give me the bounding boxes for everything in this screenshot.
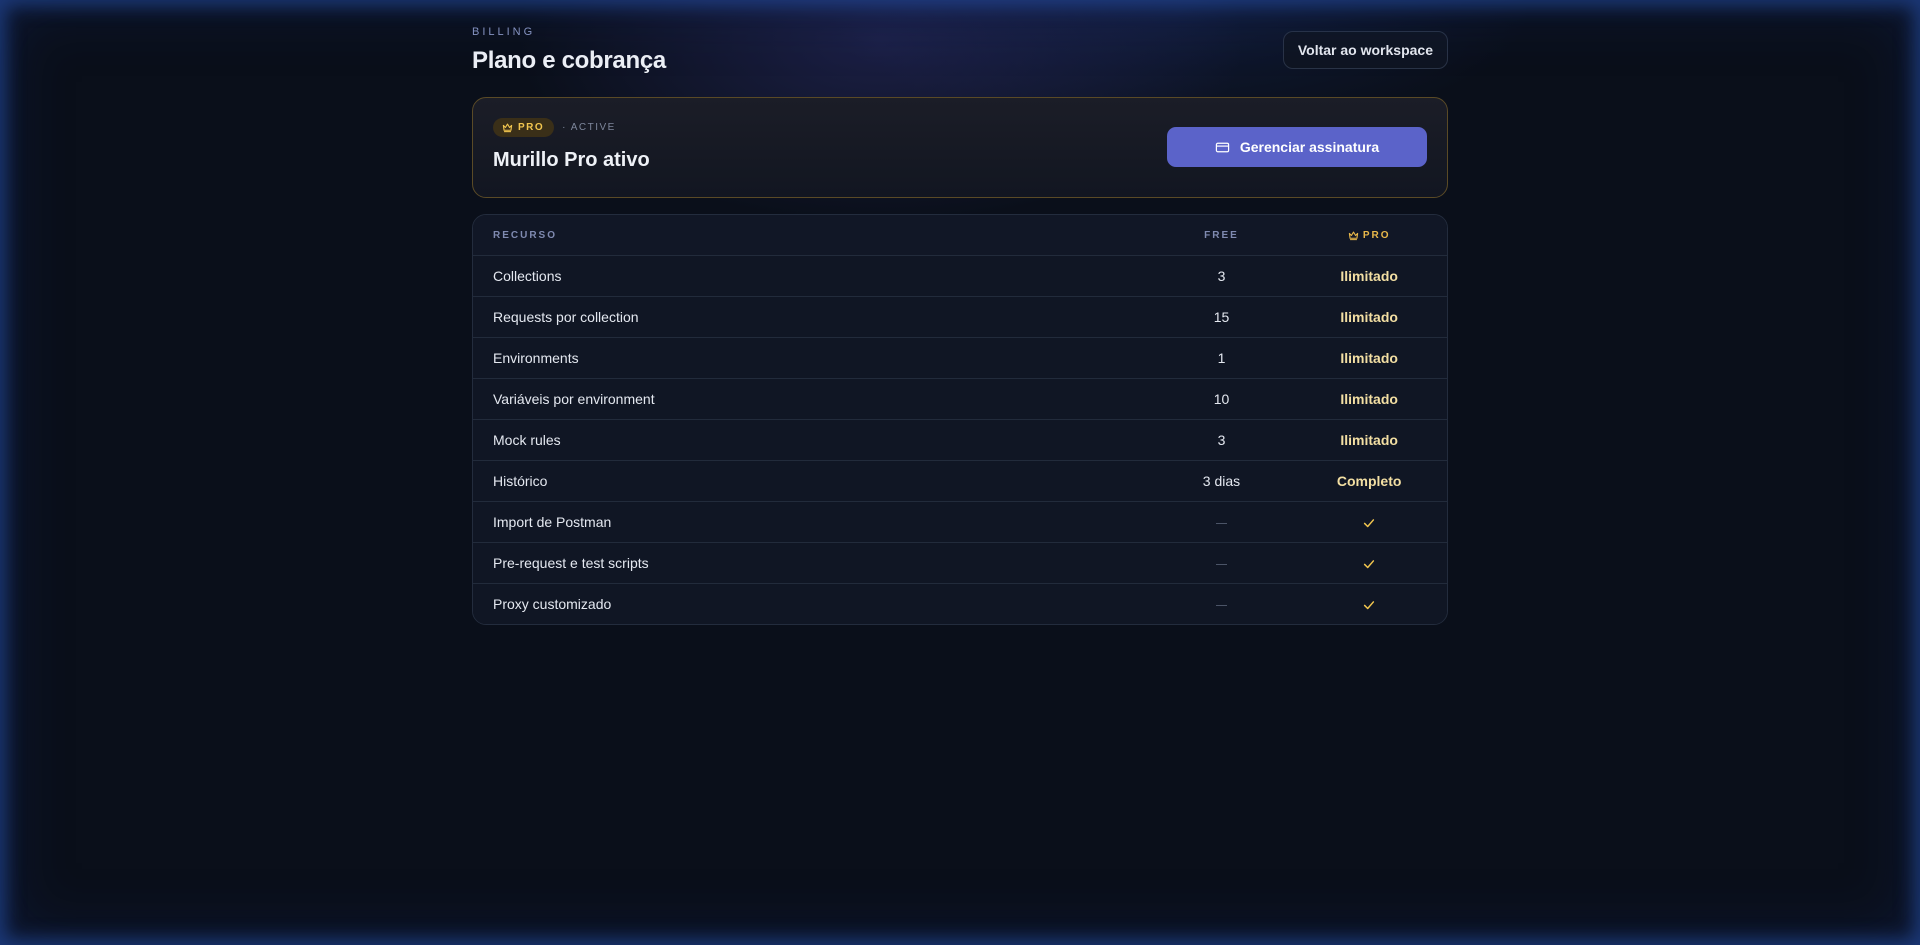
free-value: 10 [1213, 391, 1230, 407]
table-header-row: RECURSO FREE PRO [473, 215, 1447, 256]
free-value-unavailable [1152, 596, 1292, 612]
check-icon [1364, 519, 1375, 528]
table-row: Import de Postman [473, 502, 1447, 543]
table-row: Requests por collection 15 Ilimitado [473, 297, 1447, 338]
feature-name: Variáveis por environment [493, 391, 655, 407]
plan-card: PRO · ACTIVE Murillo Pro ativo Gerenciar… [472, 97, 1448, 198]
column-header-pro-label: PRO [1362, 229, 1391, 241]
check-icon [1364, 601, 1375, 610]
free-value-unavailable [1152, 514, 1292, 530]
page-eyebrow: BILLING [472, 26, 536, 38]
pro-value: Ilimitado [1340, 391, 1398, 407]
pro-value: Ilimitado [1340, 350, 1398, 366]
table-row: Variáveis por environment 10 Ilimitado [473, 379, 1447, 420]
table-row: Pre-request e test scripts [473, 543, 1447, 584]
feature-name: Environments [493, 350, 579, 366]
table-body: Collections 3 Ilimitado Requests por collec… [473, 256, 1447, 624]
pro-value-included [1291, 596, 1447, 612]
free-value: 3 dias [1202, 473, 1241, 489]
pro-badge-label: PRO [518, 122, 545, 133]
plan-status-row: PRO · ACTIVE [493, 118, 616, 137]
column-header-feature: RECURSO [493, 229, 558, 241]
dash-icon [1215, 563, 1227, 565]
page-title: Plano e cobrança [472, 47, 666, 74]
plan-status-label: · ACTIVE [562, 122, 616, 133]
billing-page: BILLING Plano e cobrança Voltar ao works… [472, 0, 1448, 625]
check-icon [1364, 560, 1375, 569]
pro-value: Ilimitado [1340, 432, 1398, 448]
back-to-workspace-button[interactable]: Voltar ao workspace [1282, 31, 1448, 69]
feature-name: Import de Postman [493, 514, 612, 530]
pro-value: Ilimitado [1340, 268, 1398, 284]
credit-card-icon [1215, 142, 1230, 152]
feature-name: Proxy customizado [493, 596, 612, 612]
dash-icon [1215, 604, 1227, 606]
manage-subscription-button[interactable]: Gerenciar assinatura [1167, 127, 1427, 167]
crown-icon [1348, 231, 1359, 240]
feature-name: Collections [493, 268, 562, 284]
table-row: Proxy customizado [473, 584, 1447, 624]
column-header-pro: PRO [1291, 230, 1447, 241]
pro-value: Ilimitado [1340, 309, 1398, 325]
pro-value: Completo [1336, 473, 1402, 489]
page-header: BILLING Plano e cobrança Voltar ao works… [472, 0, 1448, 98]
table-row: Collections 3 Ilimitado [473, 256, 1447, 297]
plan-title: Murillo Pro ativo [493, 149, 650, 171]
dash-icon [1215, 522, 1227, 524]
table-row: Mock rules 3 Ilimitado [473, 420, 1447, 461]
table-row: Histórico 3 dias Completo [473, 461, 1447, 502]
manage-subscription-label: Gerenciar assinatura [1239, 139, 1380, 155]
pro-value-included [1291, 555, 1447, 571]
feature-name: Mock rules [493, 432, 561, 448]
table-row: Environments 1 Ilimitado [473, 338, 1447, 379]
free-value: 3 [1217, 432, 1226, 448]
column-header-free: FREE [1204, 229, 1239, 241]
free-value: 15 [1213, 309, 1230, 325]
pro-value-included [1291, 514, 1447, 530]
free-value: 3 [1217, 268, 1226, 284]
free-value-unavailable [1152, 555, 1292, 571]
free-value: 1 [1217, 350, 1226, 366]
plan-comparison-table: RECURSO FREE PRO Collections 3 Ilimitado Re… [472, 214, 1448, 625]
feature-name: Pre-request e test scripts [493, 555, 649, 571]
pro-badge: PRO [493, 118, 555, 137]
feature-name: Histórico [493, 473, 548, 489]
crown-icon [502, 123, 513, 133]
feature-name: Requests por collection [493, 309, 639, 325]
